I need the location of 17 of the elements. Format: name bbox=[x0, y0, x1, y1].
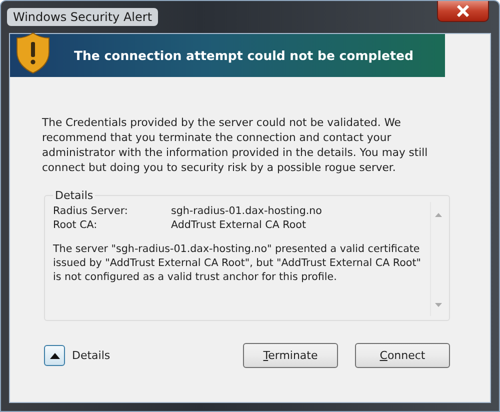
close-icon bbox=[456, 5, 470, 17]
collapse-icon bbox=[50, 352, 60, 359]
close-button[interactable] bbox=[437, 1, 489, 22]
connect-button[interactable]: Connect bbox=[355, 343, 450, 368]
alert-heading: The connection attempt could not be completed bbox=[74, 48, 414, 63]
terminate-button[interactable]: Terminate bbox=[243, 343, 338, 368]
details-text: The server "sgh-radius-01.dax-hosting.no" presented a valid certificate issued by "AddTrust External CA Root", but "AddTrust External CA Root" is not configured as a valid trust anchor for this profile. bbox=[53, 242, 422, 284]
warning-shield-icon bbox=[16, 32, 50, 74]
details-toggle-label: Details bbox=[72, 349, 110, 362]
details-toggle-button[interactable] bbox=[44, 345, 65, 366]
details-legend: Details bbox=[53, 189, 96, 202]
window-title: Windows Security Alert bbox=[7, 8, 158, 26]
field-label: Root CA: bbox=[53, 218, 98, 232]
field-value: AddTrust External CA Root bbox=[171, 218, 306, 232]
field-value: sgh-radius-01.dax-hosting.no bbox=[171, 204, 322, 218]
message-text: The Credentials provided by the server could not be validated. We recommend that you terminate the connection and contact your administrator with the information provided in the details. You may still connect but doing you to security risk by a possible rogue server. bbox=[42, 115, 429, 175]
field-label: Radius Server: bbox=[53, 204, 129, 218]
